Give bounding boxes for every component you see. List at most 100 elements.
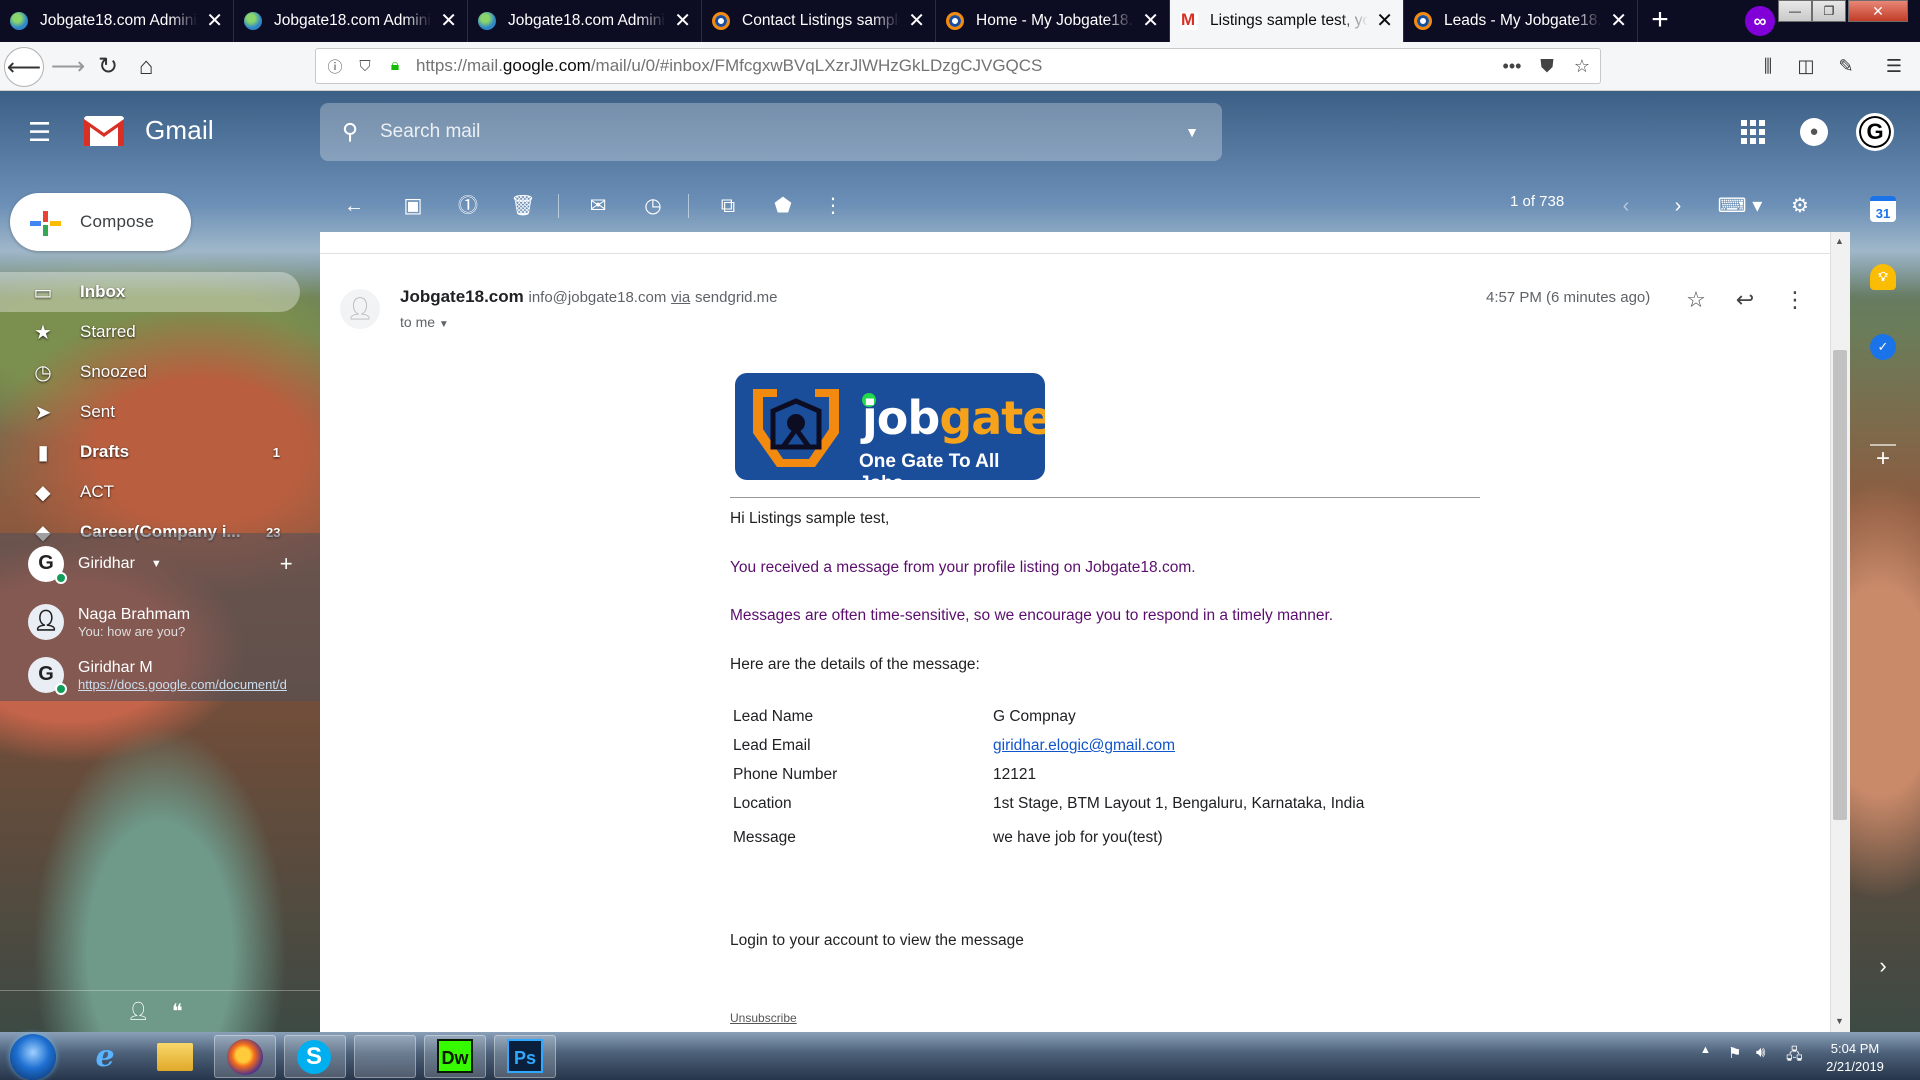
sender-avatar-icon: 👤︎ bbox=[340, 289, 380, 329]
sidebar-item-starred[interactable]: ★ Starred bbox=[0, 312, 300, 352]
private-browsing-mask-icon[interactable]: ∞ bbox=[1745, 6, 1775, 36]
sidebar-item-inbox[interactable]: ▭ Inbox bbox=[0, 272, 300, 312]
close-tab-icon[interactable]: ✕ bbox=[674, 11, 691, 31]
sidebar-item-snoozed[interactable]: ◷ Snoozed bbox=[0, 352, 300, 392]
scrollbar-thumb[interactable] bbox=[1833, 350, 1847, 820]
search-icon[interactable]: ⚲ bbox=[320, 119, 380, 145]
pocket-icon[interactable]: ⛊ bbox=[1530, 48, 1564, 84]
tracking-shield-icon[interactable]: ⛉ bbox=[354, 58, 376, 75]
home-icon[interactable]: ⌂ bbox=[126, 47, 166, 87]
browser-tab[interactable]: Jobgate18.com Administration ✕ bbox=[234, 0, 468, 42]
site-info-icon[interactable]: ⓘ bbox=[324, 56, 346, 77]
forward-button[interactable]: ⟶ bbox=[48, 47, 88, 87]
minimize-window-button[interactable]: — bbox=[1778, 0, 1812, 22]
unsubscribe-link[interactable]: Unsubscribe bbox=[730, 1011, 797, 1025]
browser-tab[interactable]: Listings sample test, you received ✕ bbox=[1170, 0, 1404, 42]
show-hidden-icons-chevron-icon[interactable]: ▲ bbox=[1700, 1044, 1711, 1056]
star-message-icon[interactable]: ☆ bbox=[1680, 284, 1712, 316]
contact-last-message[interactable]: https://docs.google.com/document/d bbox=[78, 677, 308, 692]
label-tag-icon[interactable]: ⬟ bbox=[765, 188, 801, 224]
hangouts-contact[interactable]: 👤︎ Naga Brahmam You: how are you? bbox=[0, 599, 318, 645]
browser-tab[interactable]: Jobgate18.com Administration ✕ bbox=[0, 0, 234, 42]
url-bar[interactable]: ⓘ ⛉ 🔒︎ https://mail.google.com/mail/u/0/… bbox=[315, 48, 1601, 84]
report-spam-icon[interactable]: ⓵ bbox=[450, 188, 486, 224]
close-tab-icon[interactable]: ✕ bbox=[1142, 11, 1159, 31]
eyedropper-icon[interactable]: ✎ bbox=[1828, 48, 1864, 84]
expand-side-panel-chevron-icon[interactable]: › bbox=[1870, 953, 1896, 979]
volume-speaker-icon[interactable]: 🔊︎ bbox=[1756, 1044, 1765, 1061]
status-chevron-down-icon[interactable]: ▼ bbox=[151, 558, 162, 570]
gmail-title[interactable]: Gmail bbox=[145, 115, 214, 146]
new-tab-button[interactable]: + bbox=[1640, 4, 1680, 38]
menu-icon[interactable]: ☰ bbox=[1876, 48, 1912, 84]
scroll-down-arrow-icon[interactable]: ▼ bbox=[1835, 1016, 1844, 1026]
page-actions-menu-icon[interactable]: ••• bbox=[1495, 48, 1529, 84]
recipient-details[interactable]: to me ▼ bbox=[400, 314, 449, 330]
browser-tab[interactable]: Contact Listings sample test ✕ bbox=[702, 0, 936, 42]
search-options-chevron-icon[interactable]: ▼ bbox=[1162, 124, 1222, 140]
newer-chevron-left-icon[interactable]: ‹ bbox=[1608, 188, 1644, 224]
new-conversation-plus-icon[interactable]: + bbox=[280, 551, 293, 577]
scroll-up-arrow-icon[interactable]: ▲ bbox=[1835, 236, 1844, 246]
get-addons-plus-icon[interactable]: + bbox=[1870, 446, 1896, 472]
google-apps-grid-icon[interactable] bbox=[1741, 120, 1765, 144]
notifications-icon[interactable]: ● bbox=[1800, 118, 1828, 146]
search-input[interactable]: Search mail bbox=[380, 121, 1162, 143]
hangouts-me-row[interactable]: G Giridhar ▼ + bbox=[0, 542, 318, 586]
mark-unread-icon[interactable]: ✉ bbox=[580, 188, 616, 224]
hangouts-contact[interactable]: G Giridhar Mhttps://docs.google.com/docum… bbox=[0, 652, 318, 698]
close-tab-icon[interactable]: ✕ bbox=[1610, 11, 1627, 31]
via-link[interactable]: via bbox=[671, 289, 690, 306]
main-menu-icon[interactable]: ☰ bbox=[28, 118, 56, 146]
lead-email-link[interactable]: giridhar.elogic@gmail.com bbox=[993, 737, 1175, 755]
keep-bulb-icon[interactable]: 💡︎ bbox=[1870, 264, 1896, 290]
contacts-person-icon[interactable]: 👤︎ bbox=[127, 1001, 150, 1022]
start-button-windows-icon[interactable] bbox=[10, 1034, 56, 1080]
account-avatar[interactable]: G bbox=[1856, 113, 1894, 151]
tasks-check-icon[interactable]: ✓ bbox=[1870, 334, 1896, 360]
close-tab-icon[interactable]: ✕ bbox=[908, 11, 925, 31]
bookmark-star-icon[interactable]: ☆ bbox=[1565, 48, 1599, 84]
more-options-icon[interactable]: ⋮ bbox=[815, 188, 851, 224]
calendar-icon[interactable]: 31 bbox=[1870, 196, 1896, 222]
pagination-count: 1 of 738 bbox=[1510, 193, 1565, 210]
close-window-button[interactable]: ✕ bbox=[1848, 0, 1908, 22]
tab-title: Jobgate18.com Administration bbox=[508, 12, 666, 29]
network-icon[interactable]: 🖧︎ bbox=[1786, 1044, 1803, 1069]
system-clock[interactable]: 5:04 PM 2/21/2019 bbox=[1820, 1040, 1890, 1076]
library-icon[interactable]: ⫼ bbox=[1750, 48, 1786, 84]
older-chevron-right-icon[interactable]: › bbox=[1660, 188, 1696, 224]
delete-icon[interactable]: 🗑︎ bbox=[505, 188, 541, 224]
recipient-chevron-down-icon[interactable]: ▼ bbox=[439, 319, 449, 330]
move-to-folder-icon[interactable]: ⧉ bbox=[710, 188, 746, 224]
archive-icon[interactable]: ▣ bbox=[395, 188, 431, 224]
close-tab-icon[interactable]: ✕ bbox=[440, 11, 457, 31]
reply-icon[interactable]: ↩ bbox=[1729, 284, 1761, 316]
compose-button[interactable]: Compose bbox=[10, 193, 191, 251]
browser-tab[interactable]: Jobgate18.com Administration ✕ bbox=[468, 0, 702, 42]
browser-tab[interactable]: Home - My Jobgate18.com ✕ bbox=[936, 0, 1170, 42]
sidebar-item-act[interactable]: ◆ ACT bbox=[0, 472, 300, 512]
sidebar-icon[interactable]: ◫ bbox=[1788, 48, 1824, 84]
restore-window-button[interactable]: ❐ bbox=[1812, 0, 1846, 22]
settings-gear-icon[interactable]: ⚙ bbox=[1782, 188, 1818, 224]
gmail-favicon-icon bbox=[1180, 10, 1198, 30]
detail-value: we have job for you(test) bbox=[993, 829, 1163, 846]
input-tools-keyboard-icon[interactable]: ⌨ ▾ bbox=[1712, 188, 1768, 224]
sender-line[interactable]: Jobgate18.com info@jobgate18.com via sen… bbox=[400, 287, 778, 307]
sidebar-item-drafts[interactable]: ▮ Drafts 1 bbox=[0, 432, 300, 472]
close-tab-icon[interactable]: ✕ bbox=[206, 11, 223, 31]
sidebar-item-sent[interactable]: ➤ Sent bbox=[0, 392, 300, 432]
action-center-flag-icon[interactable]: ⚑ bbox=[1728, 1044, 1741, 1062]
reload-icon[interactable]: ↻ bbox=[88, 47, 128, 87]
sender-name[interactable]: Jobgate18.com bbox=[400, 287, 524, 306]
back-to-inbox-icon[interactable]: ← bbox=[336, 188, 372, 224]
snooze-clock-icon[interactable]: ◷ bbox=[635, 188, 671, 224]
back-button[interactable]: ⟵ bbox=[4, 47, 44, 87]
url-text[interactable]: https://mail.google.com/mail/u/0/#inbox/… bbox=[416, 56, 1042, 76]
hangouts-quote-icon[interactable]: ❝ bbox=[172, 999, 183, 1024]
browser-tab[interactable]: Leads - My Jobgate18.com ✕ bbox=[1404, 0, 1638, 42]
search-bar[interactable]: ⚲ Search mail ▼ bbox=[320, 103, 1222, 161]
message-more-options-icon[interactable]: ⋮ bbox=[1779, 284, 1811, 316]
close-tab-icon[interactable]: ✕ bbox=[1376, 11, 1393, 31]
